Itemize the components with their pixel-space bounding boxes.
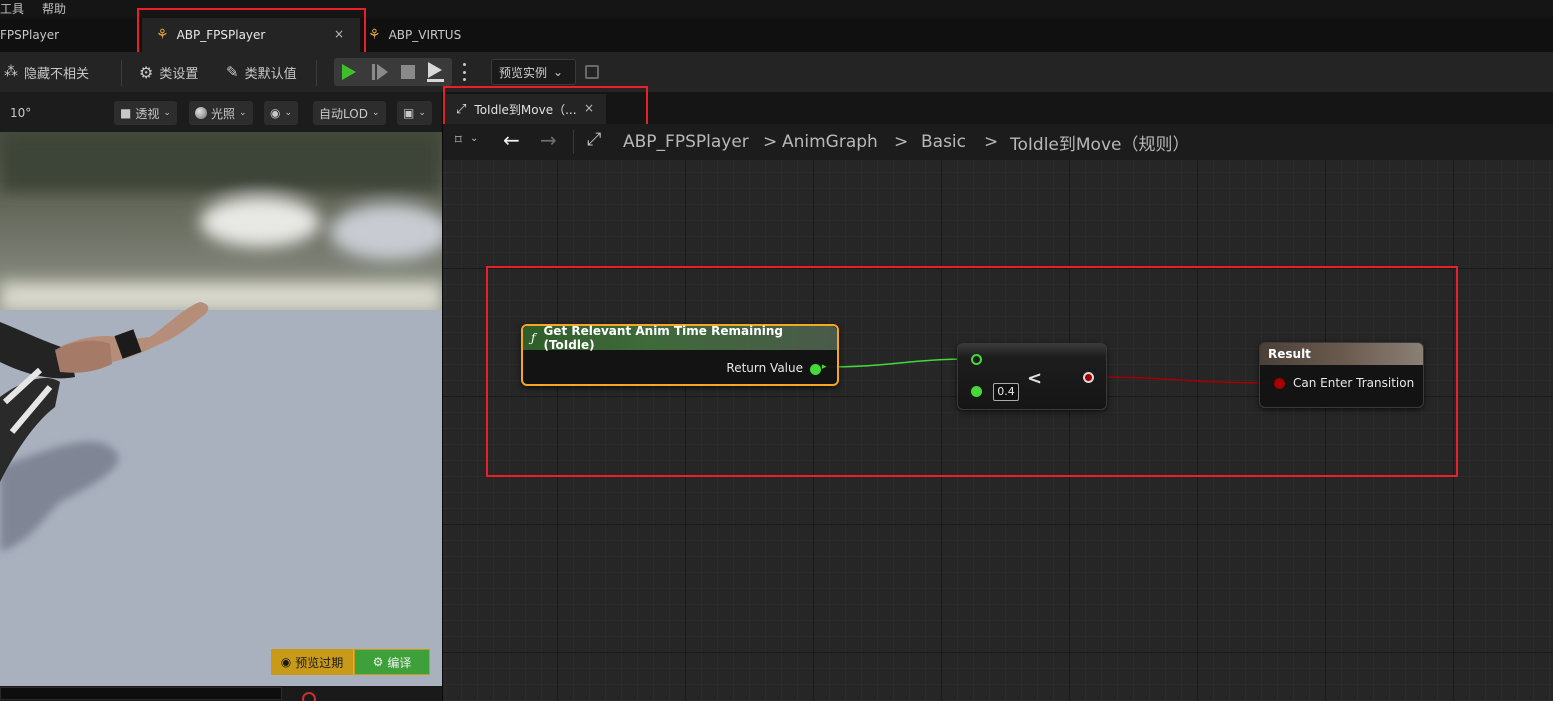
highlight-box bbox=[486, 266, 1458, 477]
